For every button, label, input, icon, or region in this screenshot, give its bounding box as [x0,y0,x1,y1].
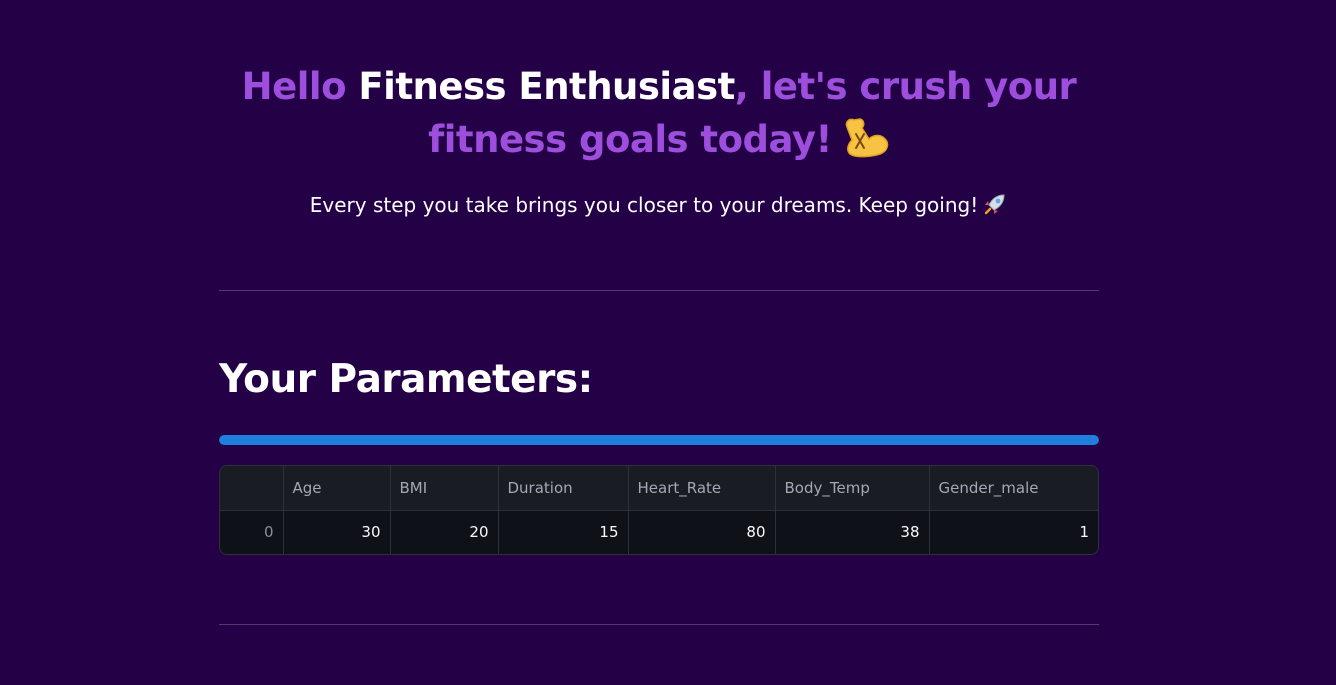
heart-rate-cell[interactable]: 80 [628,510,776,554]
row-index-cell[interactable]: 0 [220,510,284,554]
motivational-tagline: Every step you take brings you closer to… [219,190,1099,220]
section-divider-top [219,290,1099,291]
table-row: 0 30 20 15 80 38 1 [220,510,1098,554]
duration-cell[interactable]: 15 [498,510,629,554]
progress-bar-fill [219,435,1099,445]
column-header-duration[interactable]: Duration [498,466,629,510]
bmi-cell[interactable]: 20 [390,510,499,554]
column-header-bmi[interactable]: BMI [390,466,499,510]
age-cell[interactable]: 30 [283,510,391,554]
gender-male-cell[interactable]: 1 [929,510,1098,554]
column-header-index[interactable] [220,466,284,510]
progress-bar [219,435,1099,445]
flexed-biceps-icon [845,118,889,158]
column-header-gender-male[interactable]: Gender_male [929,466,1098,510]
parameters-table[interactable]: Age BMI Duration Heart_Rate Body_Temp Ge… [219,465,1099,555]
parameters-title: Your Parameters: [219,357,593,402]
column-header-heart-rate[interactable]: Heart_Rate [628,466,776,510]
greeting-start: Hello [241,65,359,108]
column-header-age[interactable]: Age [283,466,391,510]
tagline-text: Every step you take brings you closer to… [309,193,979,217]
user-name: Fitness Enthusiast [358,65,735,108]
column-header-body-temp[interactable]: Body_Temp [775,466,930,510]
body-temp-cell[interactable]: 38 [775,510,930,554]
greeting-headline: Hello Fitness Enthusiast, let's crush yo… [219,60,1099,166]
table-header-row: Age BMI Duration Heart_Rate Body_Temp Ge… [220,466,1098,510]
rocket-icon [984,194,1005,215]
section-divider-bottom [219,624,1099,625]
